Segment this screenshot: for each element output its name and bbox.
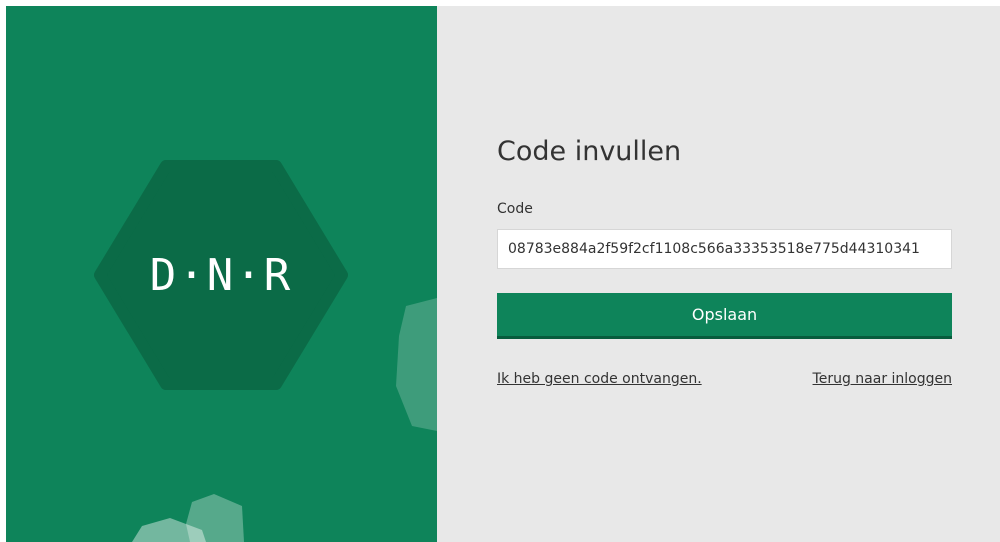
form-panel: Code invullen Code Opslaan Ik heb geen c… [437, 6, 1000, 542]
page-frame: D·N·R Code invullen Code Opslaan Ik heb … [6, 6, 1000, 542]
decor-hexagon-right [396, 298, 437, 431]
code-input[interactable] [497, 229, 952, 269]
brand-panel: D·N·R [6, 6, 437, 542]
save-button[interactable]: Opslaan [497, 293, 952, 339]
page-title: Code invullen [497, 136, 682, 167]
dnr-logo: D·N·R [149, 249, 293, 301]
code-label: Code [497, 201, 533, 217]
code-form: Code invullen Code Opslaan Ik heb geen c… [497, 134, 952, 387]
back-to-login-link[interactable]: Terug naar inloggen [813, 371, 952, 387]
no-code-received-link[interactable]: Ik heb geen code ontvangen. [497, 371, 702, 387]
form-links: Ik heb geen code ontvangen. Terug naar i… [497, 371, 952, 387]
